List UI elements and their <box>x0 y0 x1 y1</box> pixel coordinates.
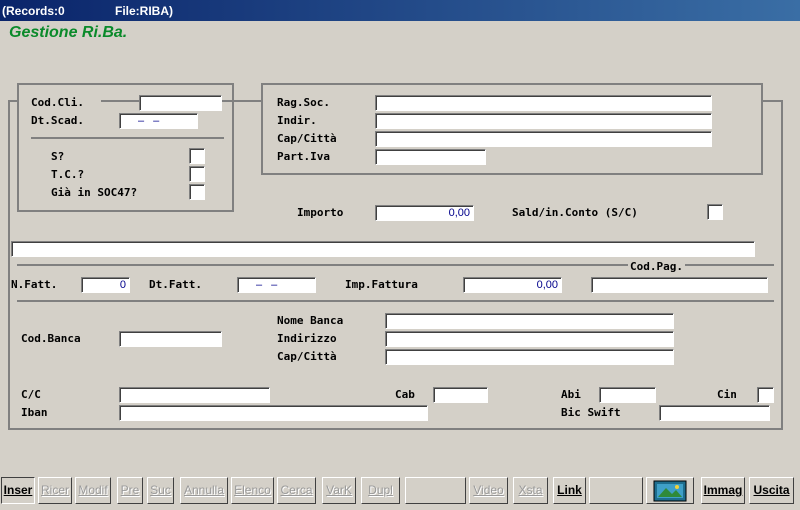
connector-line-2 <box>222 100 262 102</box>
abi-field[interactable] <box>599 387 656 403</box>
cod-cli-field[interactable] <box>139 95 222 111</box>
sald-checkbox[interactable] <box>707 204 723 220</box>
cap-citta-banca-field[interactable] <box>385 349 674 365</box>
rag-soc-field[interactable] <box>375 95 712 111</box>
cod-cli-label: Cod.Cli. <box>31 96 84 109</box>
tc-checkbox[interactable] <box>189 166 205 182</box>
notes-field[interactable] <box>11 241 755 257</box>
cap-citta-banca-label: Cap/Città <box>277 350 337 363</box>
part-iva-label: Part.Iva <box>277 150 330 163</box>
video-button[interactable]: Video <box>469 477 508 504</box>
cab-field[interactable] <box>433 387 488 403</box>
cc-label: C/C <box>21 388 41 401</box>
empty-button-1[interactable] <box>405 477 466 504</box>
abi-label: Abi <box>561 388 581 401</box>
cerca-button[interactable]: Cerca <box>277 477 316 504</box>
dt-scad-label: Dt.Scad. <box>31 114 84 127</box>
nome-banca-label: Nome Banca <box>277 314 344 327</box>
xsta-button[interactable]: Xsta <box>513 477 548 504</box>
modif-button[interactable]: Modif <box>75 477 111 504</box>
suc-button[interactable]: Suc <box>147 477 174 504</box>
bic-label: Bic Swift <box>561 406 621 419</box>
indirizzo-banca-label: Indirizzo <box>277 332 337 345</box>
dupl-button[interactable]: Dupl <box>361 477 400 504</box>
indir-field[interactable] <box>375 113 712 129</box>
picture-icon <box>653 480 687 502</box>
invoice-divider-bottom <box>17 300 774 302</box>
file-name: File:RIBA) <box>115 4 173 18</box>
iban-field[interactable] <box>119 405 428 421</box>
cod-banca-label: Cod.Banca <box>21 332 81 345</box>
cin-label: Cin <box>717 388 737 401</box>
cap-citta-field[interactable] <box>375 131 712 147</box>
iban-label: Iban <box>21 406 48 419</box>
dt-scad-field[interactable]: – – <box>119 113 198 129</box>
cap-citta-label: Cap/Città <box>277 132 337 145</box>
n-fatt-label: N.Fatt. <box>11 278 58 291</box>
image-button[interactable] <box>646 477 694 504</box>
window-titlebar: (Records:0 File:RIBA) <box>0 0 800 21</box>
records-count: (Records:0 <box>2 4 65 18</box>
client-divider <box>31 137 224 139</box>
imp-fattura-label: Imp.Fattura <box>345 278 418 291</box>
indirizzo-banca-field[interactable] <box>385 331 674 347</box>
n-fatt-field[interactable]: 0 <box>81 277 130 293</box>
ricer-button[interactable]: Ricer <box>38 477 72 504</box>
pre-button[interactable]: Pre <box>117 477 143 504</box>
empty-button-2[interactable] <box>589 477 643 504</box>
link-button[interactable]: Link <box>553 477 586 504</box>
importo-label: Importo <box>297 206 344 219</box>
nome-banca-field[interactable] <box>385 313 674 329</box>
part-iva-field[interactable] <box>375 149 486 165</box>
indir-label: Indir. <box>277 114 317 127</box>
cod-banca-field[interactable] <box>119 331 222 347</box>
bic-field[interactable] <box>659 405 770 421</box>
tc-label: T.C.? <box>51 168 85 181</box>
annulla-button[interactable]: Annulla <box>180 477 228 504</box>
soc47-label: Già in SOC47? <box>51 186 138 199</box>
rag-soc-label: Rag.Soc. <box>277 96 330 109</box>
s-checkbox[interactable] <box>189 148 205 164</box>
inser-button[interactable]: Inser <box>1 477 35 504</box>
s-label: S? <box>51 150 65 163</box>
dt-fatt-field[interactable]: – – <box>237 277 316 293</box>
sald-label: Sald/in.Conto (S/C) <box>512 206 638 219</box>
cc-field[interactable] <box>119 387 270 403</box>
soc47-checkbox[interactable] <box>189 184 205 200</box>
app-title: Gestione Ri.Ba. <box>9 24 128 41</box>
vark-button[interactable]: VarK <box>322 477 356 504</box>
cod-pag-field[interactable] <box>591 277 768 293</box>
uscita-button[interactable]: Uscita <box>749 477 794 504</box>
importo-field[interactable]: 0,00 <box>375 205 474 221</box>
dt-fatt-label: Dt.Fatt. <box>149 278 202 291</box>
cin-field[interactable] <box>757 387 774 403</box>
imp-fattura-field[interactable]: 0,00 <box>463 277 562 293</box>
immag-button[interactable]: Immag <box>701 477 745 504</box>
connector-line <box>101 100 139 102</box>
cab-label: Cab <box>395 388 415 401</box>
elenco-button[interactable]: Elenco <box>231 477 274 504</box>
cod-pag-label: Cod.Pag. <box>628 260 685 273</box>
